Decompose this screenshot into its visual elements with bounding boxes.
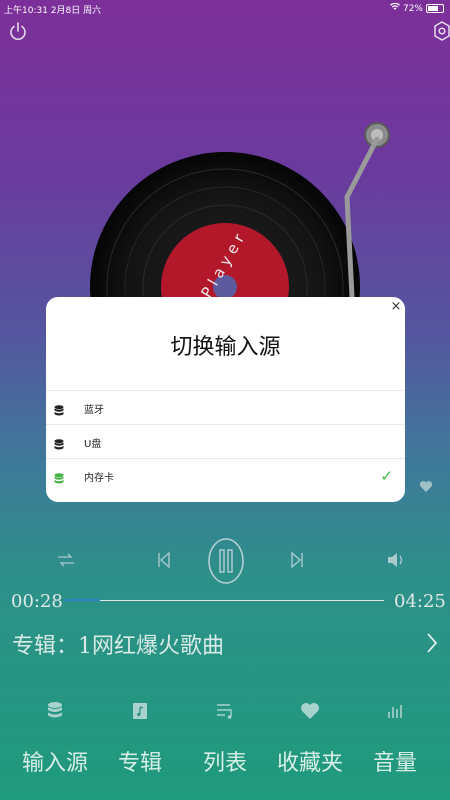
close-icon[interactable]: × — [389, 300, 403, 314]
tab-label: 音量 — [372, 751, 417, 776]
database-icon — [54, 470, 64, 484]
status-right: 72% — [389, 2, 444, 14]
current-time: 00:28 — [11, 591, 63, 612]
progress-bar[interactable] — [65, 599, 384, 601]
album-title[interactable]: 专辑：1网红爆火歌曲 — [12, 628, 224, 660]
status-time-date: 上午10:31 2月8日 周六 — [4, 6, 102, 16]
database-icon — [54, 436, 64, 450]
playlist-icon — [214, 700, 236, 722]
heart-icon — [299, 700, 321, 722]
player-screen: 上午10:31 2月8日 周六 72% i - P l a y e r × 切换… — [0, 0, 450, 800]
settings-icon[interactable] — [434, 20, 450, 42]
tab-input-source[interactable]: 输入源 — [10, 700, 100, 777]
option-bluetooth[interactable]: 蓝牙 — [46, 390, 405, 425]
tab-favorites[interactable]: 收藏夹 — [265, 700, 355, 777]
status-bar: 上午10:31 2月8日 周六 72% — [0, 0, 450, 16]
input-source-dialog: × 切换输入源 蓝牙 U盘 内存卡 ✓ — [46, 297, 405, 502]
battery-icon — [426, 4, 444, 13]
volume-icon[interactable] — [386, 551, 406, 573]
dialog-title: 切换输入源 — [170, 335, 281, 360]
tab-volume[interactable]: 音量 — [350, 700, 440, 777]
tab-playlist[interactable]: 列表 — [180, 700, 270, 777]
option-memory-card[interactable]: 内存卡 ✓ — [46, 458, 405, 493]
tonearm — [344, 122, 390, 317]
option-usb[interactable]: U盘 — [46, 424, 405, 459]
tab-label: 专辑 — [117, 751, 162, 776]
option-label: 蓝牙 — [84, 405, 104, 416]
power-icon[interactable] — [7, 20, 29, 42]
tab-label: 收藏夹 — [276, 751, 343, 776]
wifi-icon — [389, 2, 400, 14]
database-icon — [54, 402, 64, 416]
option-label: U盘 — [84, 439, 102, 450]
tab-label: 列表 — [202, 751, 247, 776]
option-label: 内存卡 — [84, 473, 114, 484]
battery-percent: 72% — [402, 3, 423, 14]
next-icon[interactable] — [290, 551, 304, 573]
pause-button[interactable] — [207, 537, 245, 589]
chevron-right-icon[interactable] — [425, 632, 439, 654]
database-icon — [44, 700, 66, 722]
favorite-heart-icon[interactable] — [419, 478, 433, 492]
total-time: 04:25 — [394, 591, 446, 612]
tab-label: 输入源 — [21, 751, 88, 776]
check-icon: ✓ — [380, 467, 393, 485]
tab-album[interactable]: 专辑 — [95, 700, 185, 777]
shuffle-icon[interactable] — [57, 552, 75, 572]
progress-fill — [65, 599, 101, 601]
album-icon — [129, 700, 151, 722]
previous-icon[interactable] — [157, 551, 171, 573]
equalizer-icon — [384, 700, 406, 722]
